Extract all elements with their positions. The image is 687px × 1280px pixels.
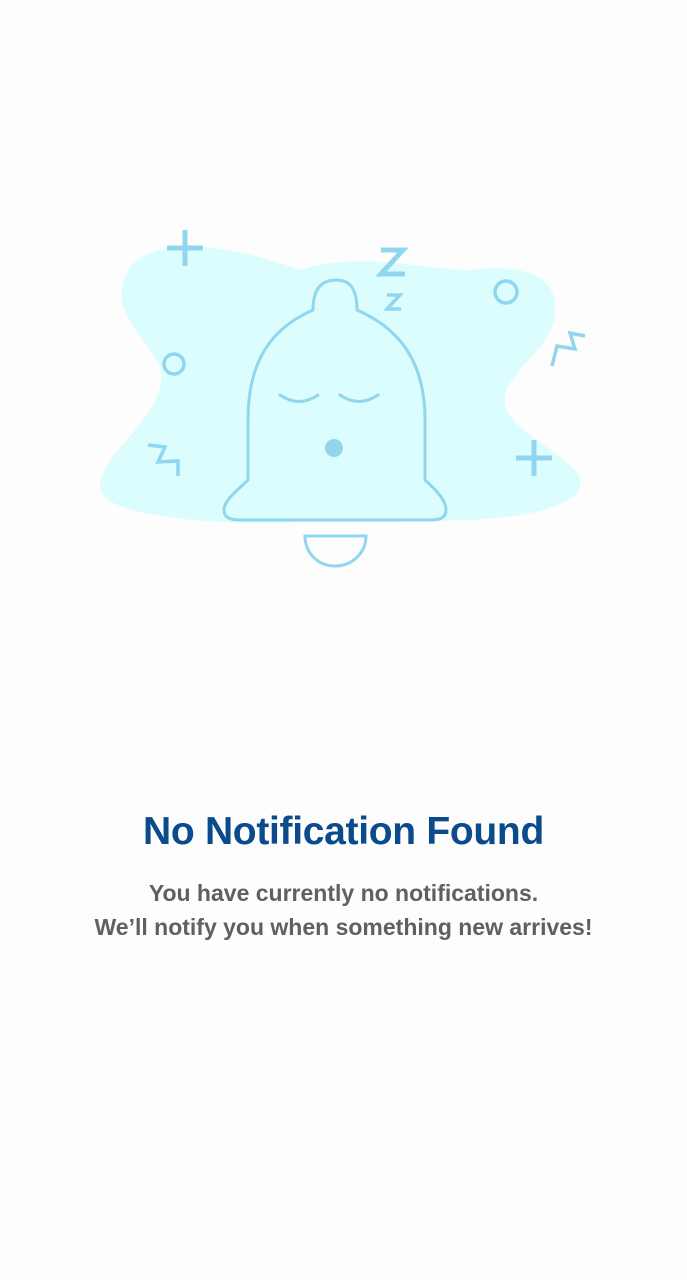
empty-state-message-line: You have currently no notifications. xyxy=(148,880,539,906)
mouth-icon xyxy=(325,439,343,457)
notifications-screen: No Notification Found You have currently… xyxy=(0,0,687,1280)
sleeping-bell-illustration xyxy=(95,225,590,575)
bell-clapper-icon xyxy=(303,534,368,568)
empty-state-title: No Notification Found xyxy=(143,810,544,853)
empty-state-message: You have currently no notifications. We’… xyxy=(0,876,687,944)
empty-state-message-line: We’ll notify you when something new arri… xyxy=(94,914,593,940)
zigzag-icon xyxy=(550,330,586,367)
